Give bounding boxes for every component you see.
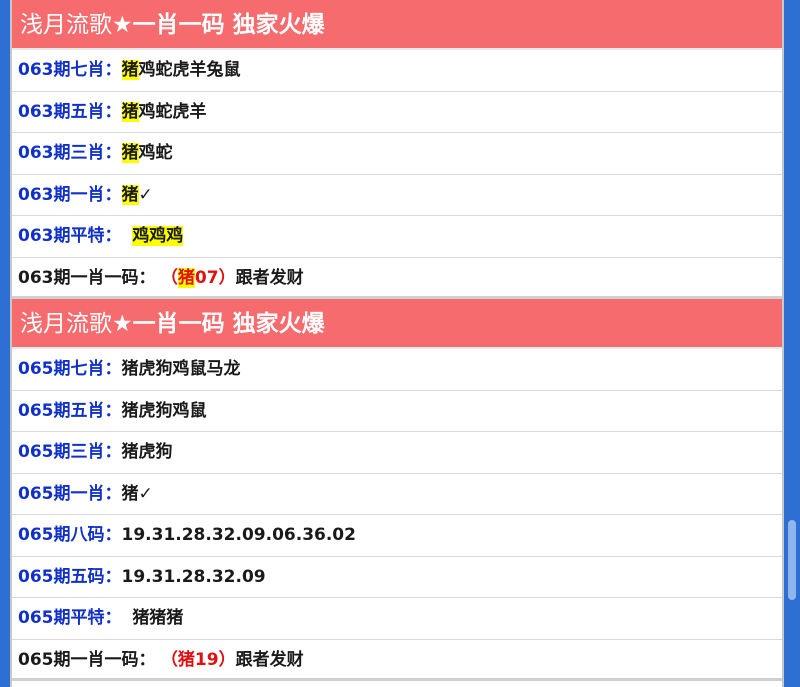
row-label: 065期五肖： [18, 400, 122, 421]
row-value: 鸡蛇虎羊 [138, 101, 207, 122]
row-label: 063期一肖： [18, 184, 122, 205]
row-value: 19.31.28.32.09 [121, 566, 266, 587]
list-item: 065期七肖：猪虎狗鸡鼠马龙 [12, 349, 782, 391]
list-item-final: 063期一肖一码： （猪07）跟者发财 [12, 258, 782, 299]
list-item: 065期三肖：猪虎狗 [12, 432, 782, 474]
header-title-normal: 浅月流歌★ [20, 311, 133, 337]
row-label: 065期五码： [18, 566, 122, 587]
row-label: 063期三肖： [18, 143, 122, 163]
row-label: 065期平特： [18, 608, 122, 628]
row-value: 鸡蛇虎羊兔鼠 [138, 60, 241, 80]
list-item: 065期五肖：猪虎狗鸡鼠 [12, 391, 782, 432]
row-value: 猪虎狗 [121, 442, 173, 462]
scrollbar[interactable] [788, 520, 796, 600]
list-item: 065期平特： 猪猪猪 [12, 598, 782, 640]
final-value: （猪19） [160, 649, 236, 670]
list-item: 065期五码：19.31.28.32.09 [12, 557, 782, 598]
section-header-2: 浅月流歌★一肖一码 独家火爆 [12, 299, 782, 349]
row-value: 猪猪猪 [132, 608, 184, 628]
row-label: 065期一肖一码： [18, 649, 156, 670]
list-item: 063期三肖：猪鸡蛇 [12, 133, 782, 175]
list-item: 063期平特： 鸡鸡鸡 [12, 216, 782, 258]
list-item: 063期五肖：猪鸡蛇虎羊 [12, 92, 782, 133]
highlight-text: 猪 [177, 267, 195, 288]
row-label: 063期七肖： [18, 60, 122, 80]
row-value: 鸡蛇 [138, 143, 173, 163]
section-header-1: 浅月流歌★一肖一码 独家火爆 [12, 0, 782, 50]
row-label: 063期五肖： [18, 101, 122, 122]
row-tail: 跟者发财 [235, 267, 304, 288]
highlight-text: 猪 [121, 60, 139, 80]
list-item: 065期八码：19.31.28.32.09.06.36.02 [12, 515, 782, 557]
row-tail: 跟者发财 [235, 649, 304, 670]
header-title-bold: 一肖一码 独家火爆 [132, 311, 325, 337]
row-label: 063期一肖一码： [18, 267, 156, 288]
bracket-open: （ [160, 267, 178, 288]
bracket-close: ） [218, 267, 236, 288]
row-label: 065期七肖： [18, 359, 122, 379]
final-number: 07 [194, 267, 219, 288]
row-value: 19.31.28.32.09.06.36.02 [121, 525, 356, 545]
list-item-final: 065期一肖一码： （猪19）跟者发财 [12, 640, 782, 681]
header-title-normal: 浅月流歌★ [20, 12, 133, 38]
row-label: 065期一肖： [18, 483, 122, 504]
row-label: 063期平特： [18, 226, 122, 246]
highlight-text: 猪 [121, 143, 139, 163]
row-value: ✓ [138, 184, 153, 205]
list-item: 063期七肖：猪鸡蛇虎羊兔鼠 [12, 50, 782, 92]
header-title-bold: 一肖一码 独家火爆 [132, 12, 325, 38]
row-label: 065期三肖： [18, 442, 122, 462]
row-label: 065期八码： [18, 525, 122, 545]
row-value: 猪✓ [121, 483, 153, 504]
highlight-text: 猪 [121, 184, 139, 205]
list-item: 065期一肖：猪✓ [12, 474, 782, 515]
list-item: 063期一肖：猪✓ [12, 175, 782, 216]
highlight-text: 鸡鸡鸡 [132, 226, 184, 246]
row-value: 猪虎狗鸡鼠 [121, 400, 207, 421]
highlight-text: 猪 [121, 101, 139, 122]
content-frame: 浅月流歌★一肖一码 独家火爆 063期七肖：猪鸡蛇虎羊兔鼠 063期五肖：猪鸡蛇… [10, 0, 784, 687]
row-value: 猪虎狗鸡鼠马龙 [121, 359, 241, 379]
